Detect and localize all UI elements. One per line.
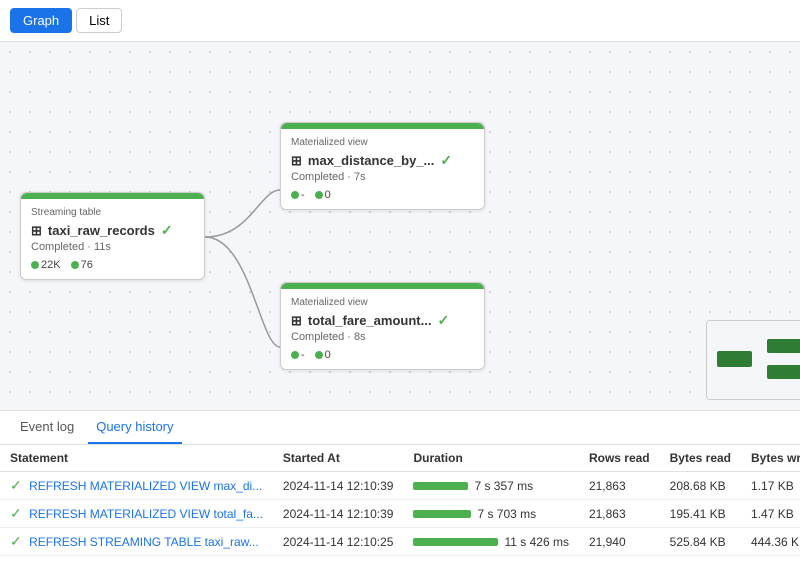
cell-rows-read: 21,863 (579, 472, 660, 500)
node-mat-view-1[interactable]: Materialized view ⊞ max_distance_by_... … (280, 122, 485, 210)
statement-link[interactable]: REFRESH MATERIALIZED VIEW total_fa... (29, 507, 263, 521)
node-status-streaming: Completed · 11s (31, 241, 194, 253)
node-type-mat2: Materialized view (291, 297, 474, 308)
graph-canvas: Streaming table ⊞ taxi_raw_records ✓ Com… (0, 42, 800, 410)
cell-bytes-written: 1.47 KB (741, 500, 800, 528)
tab-graph[interactable]: Graph (10, 8, 72, 33)
col-bytes-written: Bytes written (741, 445, 800, 472)
cell-rows-read: 21,940 (579, 528, 660, 556)
duration-bar (413, 510, 471, 518)
node-status-mat1: Completed · 7s (291, 171, 474, 183)
cell-duration: 11 s 426 ms (403, 528, 578, 556)
tab-event-log[interactable]: Event log (12, 411, 82, 444)
dot-mat2-1 (291, 351, 299, 359)
node-title-streaming: ⊞ taxi_raw_records ✓ (31, 222, 194, 239)
dot-streaming-1 (31, 261, 39, 269)
cell-rows-read: 21,863 (579, 500, 660, 528)
cell-statement: ✓ REFRESH STREAMING TABLE taxi_raw... (0, 528, 273, 556)
status-icon: ✓ (10, 533, 22, 549)
duration-text: 7 s 357 ms (474, 479, 533, 493)
cell-duration: 7 s 703 ms (403, 500, 578, 528)
table-icon-mat1: ⊞ (291, 153, 302, 169)
minimap-node-3 (767, 365, 800, 379)
status-icon: ✓ (10, 505, 22, 521)
col-bytes-read: Bytes read (660, 445, 741, 472)
table-row[interactable]: ✓ REFRESH MATERIALIZED VIEW max_di... 20… (0, 472, 800, 500)
node-title-mat1: ⊞ max_distance_by_... ✓ (291, 152, 474, 169)
node-mat-view-2[interactable]: Materialized view ⊞ total_fare_amount...… (280, 282, 485, 370)
status-icon: ✓ (10, 477, 22, 493)
node-status-mat2: Completed · 8s (291, 331, 474, 343)
cell-bytes-read: 208.68 KB (660, 472, 741, 500)
dot-mat1-1 (291, 191, 299, 199)
cell-started-at: 2024-11-14 12:10:39 (273, 472, 404, 500)
cell-started-at: 2024-11-14 12:10:39 (273, 500, 404, 528)
tab-query-history[interactable]: Query history (88, 411, 181, 444)
cell-bytes-written: 444.36 KB (741, 528, 800, 556)
node-title-mat2: ⊞ total_fare_amount... ✓ (291, 312, 474, 329)
dot-mat1-2 (315, 191, 323, 199)
check-icon-mat2: ✓ (437, 312, 449, 329)
col-rows-read: Rows read (579, 445, 660, 472)
tab-list[interactable]: List (76, 8, 122, 33)
bottom-tabs: Event log Query history (0, 411, 800, 445)
cell-started-at: 2024-11-14 12:10:25 (273, 528, 404, 556)
minimap-node-1 (717, 351, 752, 367)
col-duration: Duration (403, 445, 578, 472)
minimap-node-2 (767, 339, 800, 353)
minimap-canvas (707, 321, 800, 399)
table-icon-mat2: ⊞ (291, 313, 302, 329)
node-stats-mat1: - 0 (291, 189, 474, 201)
node-stats-streaming: 22K 76 (31, 259, 194, 271)
duration-text: 11 s 426 ms (504, 535, 568, 549)
table-row[interactable]: ✓ REFRESH MATERIALIZED VIEW total_fa... … (0, 500, 800, 528)
cell-duration: 7 s 357 ms (403, 472, 578, 500)
col-statement: Statement (0, 445, 273, 472)
duration-bar (413, 538, 498, 546)
statement-link[interactable]: REFRESH STREAMING TABLE taxi_raw... (29, 535, 259, 549)
check-icon-mat1: ✓ (440, 152, 452, 169)
cell-bytes-read: 195.41 KB (660, 500, 741, 528)
bottom-panel: Event log Query history Statement Starte… (0, 410, 800, 585)
table-row[interactable]: ✓ REFRESH STREAMING TABLE taxi_raw... 20… (0, 528, 800, 556)
cell-bytes-read: 525.84 KB (660, 528, 741, 556)
query-history-table-wrap: Statement Started At Duration Rows read … (0, 445, 800, 585)
duration-text: 7 s 703 ms (477, 507, 536, 521)
node-stats-mat2: - 0 (291, 349, 474, 361)
query-history-table: Statement Started At Duration Rows read … (0, 445, 800, 556)
table-icon-streaming: ⊞ (31, 223, 42, 239)
cell-bytes-written: 1.17 KB (741, 472, 800, 500)
dot-mat2-2 (315, 351, 323, 359)
cell-statement: ✓ REFRESH MATERIALIZED VIEW max_di... (0, 472, 273, 500)
statement-link[interactable]: REFRESH MATERIALIZED VIEW max_di... (29, 479, 262, 493)
node-type-streaming: Streaming table (31, 207, 194, 218)
dot-streaming-2 (71, 261, 79, 269)
check-icon-streaming: ✓ (161, 222, 173, 239)
col-started-at: Started At (273, 445, 404, 472)
duration-bar (413, 482, 468, 490)
node-type-mat1: Materialized view (291, 137, 474, 148)
node-streaming-table[interactable]: Streaming table ⊞ taxi_raw_records ✓ Com… (20, 192, 205, 280)
minimap[interactable]: ⤢ + − (706, 320, 800, 400)
cell-statement: ✓ REFRESH MATERIALIZED VIEW total_fa... (0, 500, 273, 528)
